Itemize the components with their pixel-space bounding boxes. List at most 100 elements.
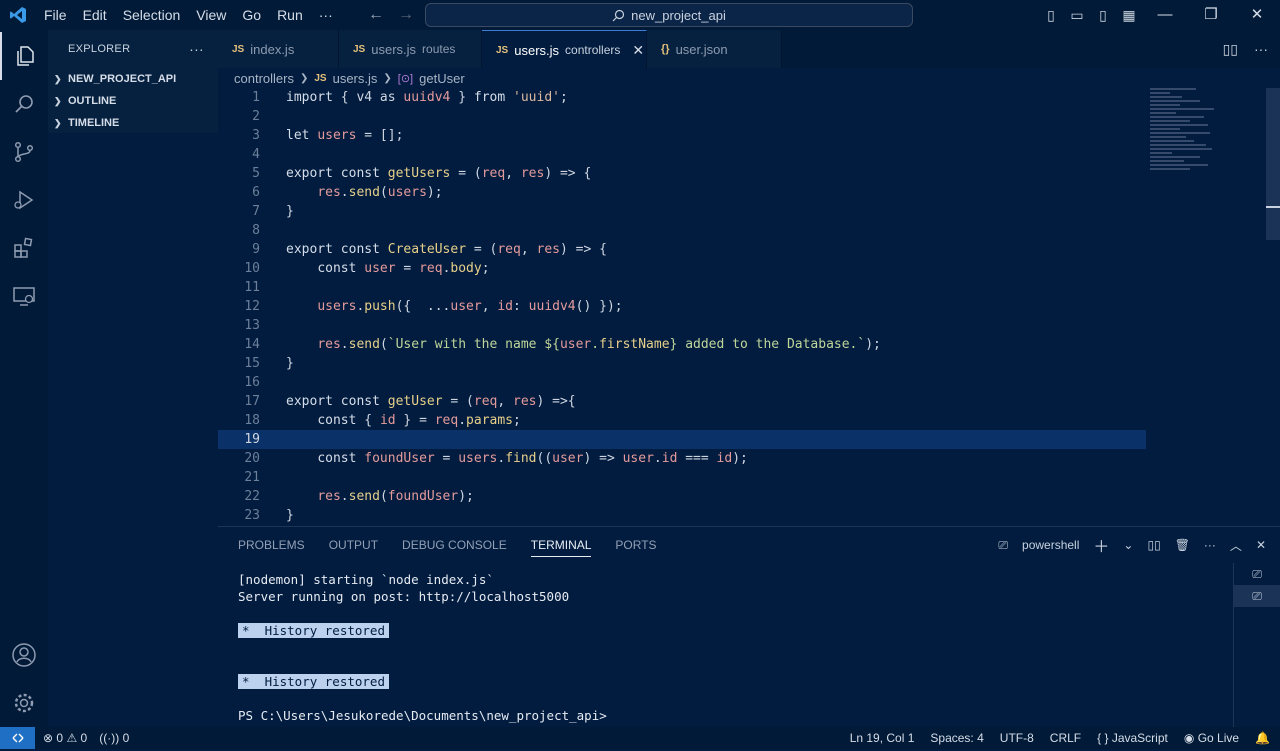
line-ending[interactable]: CRLF <box>1050 731 1081 745</box>
warning-count: 0 <box>80 731 88 745</box>
terminal-shell-label[interactable]: powershell <box>1022 538 1079 552</box>
ports-status[interactable]: ((·)) 0 <box>99 731 129 745</box>
indentation[interactable]: Spaces: 4 <box>930 731 983 745</box>
menu-go[interactable]: Go <box>234 0 269 30</box>
code-line[interactable]: 1 import { v4 as uuidv4 } from 'uuid'; <box>218 88 1280 107</box>
editor-scrollbar[interactable] <box>1266 88 1280 240</box>
code-line[interactable]: 2 <box>218 107 1280 126</box>
code-line[interactable]: 14 res.send(`User with the name ${user.f… <box>218 335 1280 354</box>
code-line[interactable]: 4 <box>218 145 1280 164</box>
more-actions-icon[interactable]: ··· <box>1254 41 1268 57</box>
code-line[interactable]: 11 <box>218 278 1280 297</box>
menu-view[interactable]: View <box>188 0 234 30</box>
close-panel-icon[interactable]: ✕ <box>1256 538 1266 552</box>
notifications-bell-icon[interactable]: 🔔 <box>1255 731 1270 745</box>
code-line[interactable]: 5 export const getUsers = (req, res) => { <box>218 164 1280 183</box>
tab-ports[interactable]: PORTS <box>615 538 656 552</box>
language-mode[interactable]: { } JavaScript <box>1097 731 1168 745</box>
terminal-instance-icon[interactable]: ⎚ <box>1234 585 1280 607</box>
tab-output[interactable]: OUTPUT <box>329 538 378 552</box>
line-number: 4 <box>252 147 260 162</box>
toggle-secondary-sidebar-icon[interactable]: ▯ <box>1090 7 1116 24</box>
scrollbar-cursor-marker <box>1266 206 1280 208</box>
code-line[interactable]: 9 export const CreateUser = (req, res) =>… <box>218 240 1280 259</box>
toggle-primary-sidebar-icon[interactable]: ▯ <box>1038 7 1064 24</box>
more-actions-icon[interactable]: ··· <box>189 41 204 57</box>
tab-debug-console[interactable]: DEBUG CONSOLE <box>402 538 507 552</box>
code-line[interactable]: 15} <box>218 354 1280 373</box>
tab-users-js-routes[interactable]: JS users.js routes <box>339 30 482 68</box>
js-file-icon: JS <box>496 44 509 56</box>
tab-problems[interactable]: PROBLEMS <box>238 538 305 552</box>
maximize-panel-icon[interactable]: ︿ <box>1230 537 1242 554</box>
breadcrumb-symbol[interactable]: getUser <box>419 71 465 86</box>
code-line[interactable]: 10 const user = req.body; <box>218 259 1280 278</box>
code-line[interactable]: 13 <box>218 316 1280 335</box>
split-terminal-icon[interactable]: ▯▯ <box>1147 538 1160 552</box>
command-center-search[interactable]: new_project_api <box>425 3 913 27</box>
menu-edit[interactable]: Edit <box>75 0 115 30</box>
remote-indicator-icon[interactable] <box>0 727 35 749</box>
chevron-down-icon[interactable]: ⌄ <box>1123 538 1133 552</box>
search-icon[interactable] <box>0 80 48 128</box>
code-line[interactable]: 7} <box>218 202 1280 221</box>
line-number: 20 <box>244 451 260 466</box>
close-window-icon[interactable]: ✕ <box>1234 0 1280 30</box>
toggle-panel-icon[interactable]: ▭ <box>1064 7 1090 24</box>
code-line[interactable]: 21 <box>218 468 1280 487</box>
remote-explorer-icon[interactable] <box>0 272 48 320</box>
code-line[interactable]: 16 <box>218 373 1280 392</box>
code-editor[interactable]: 1 import { v4 as uuidv4 } from 'uuid'; 2 3 l… <box>218 88 1280 526</box>
forward-arrow-icon[interactable]: → <box>398 6 414 24</box>
tab-terminal[interactable]: TERMINAL <box>530 538 592 557</box>
code-line[interactable]: 3 let users = []; <box>218 126 1280 145</box>
code-line[interactable]: 8 <box>218 221 1280 240</box>
back-arrow-icon[interactable]: ← <box>368 6 384 24</box>
breadcrumb-file[interactable]: users.js <box>333 71 378 86</box>
accounts-icon[interactable] <box>0 631 48 679</box>
extensions-icon[interactable] <box>0 224 48 272</box>
problems-status[interactable]: ⊗ 0 ⚠ 0 <box>43 731 87 745</box>
code-line[interactable]: 18 const { id } = req.params; <box>218 411 1280 430</box>
minimize-icon[interactable]: — <box>1142 0 1188 30</box>
new-terminal-icon[interactable]: ＋ <box>1093 533 1109 557</box>
menu-run[interactable]: Run <box>269 0 311 30</box>
section-project[interactable]: ❯ NEW_PROJECT_API <box>48 68 218 90</box>
terminal-line: [nodemon] starting `node index.js` <box>238 572 494 587</box>
close-tab-icon[interactable]: ✕ <box>632 42 644 59</box>
code-line[interactable]: 6 res.send(users); <box>218 183 1280 202</box>
encoding[interactable]: UTF-8 <box>1000 731 1034 745</box>
terminal-instance-icon[interactable]: ⎚ <box>1234 563 1280 585</box>
terminal-output[interactable]: [nodemon] starting `node index.js` Serve… <box>238 571 607 724</box>
section-outline[interactable]: ❯ OUTLINE <box>48 90 218 112</box>
trash-icon[interactable]: 🗑 <box>1175 538 1190 552</box>
code-line[interactable]: 19 <box>218 430 1146 449</box>
menu-more[interactable]: ··· <box>311 0 341 30</box>
menu-selection[interactable]: Selection <box>115 0 189 30</box>
cursor-position[interactable]: Ln 19, Col 1 <box>850 731 915 745</box>
code-line[interactable]: 22 res.send(foundUser); <box>218 487 1280 506</box>
menu-file[interactable]: File <box>36 0 75 30</box>
tab-user-json[interactable]: {} user.json <box>647 30 782 68</box>
breadcrumb-folder[interactable]: controllers <box>234 71 294 86</box>
customize-layout-icon[interactable]: ▦ <box>1116 7 1142 24</box>
editor-tabs: JS index.js JS users.js routes JS users.… <box>218 30 1280 69</box>
line-number: 3 <box>252 128 260 143</box>
minimap[interactable] <box>1150 88 1260 188</box>
line-number: 10 <box>244 261 260 276</box>
code-line[interactable]: 20 const foundUser = users.find((user) =… <box>218 449 1280 468</box>
source-control-icon[interactable] <box>0 128 48 176</box>
split-editor-icon[interactable]: ▯▯ <box>1223 41 1238 58</box>
run-debug-icon[interactable] <box>0 176 48 224</box>
code-line[interactable]: 12 users.push({ ...user, id: uuidv4() })… <box>218 297 1280 316</box>
manage-gear-icon[interactable] <box>0 679 48 727</box>
tab-index-js[interactable]: JS index.js <box>218 30 339 68</box>
explorer-icon[interactable] <box>0 32 50 80</box>
restore-icon[interactable]: ❐ <box>1188 0 1234 30</box>
go-live-button[interactable]: ◉ Go Live <box>1184 731 1239 745</box>
tab-users-js-controllers[interactable]: JS users.js controllers ✕ <box>482 30 647 69</box>
code-line[interactable]: 23} <box>218 506 1280 525</box>
section-timeline[interactable]: ❯ TIMELINE <box>48 112 218 134</box>
code-line[interactable]: 17 export const getUser = (req, res) =>{ <box>218 392 1280 411</box>
more-actions-icon[interactable]: ··· <box>1204 538 1216 552</box>
